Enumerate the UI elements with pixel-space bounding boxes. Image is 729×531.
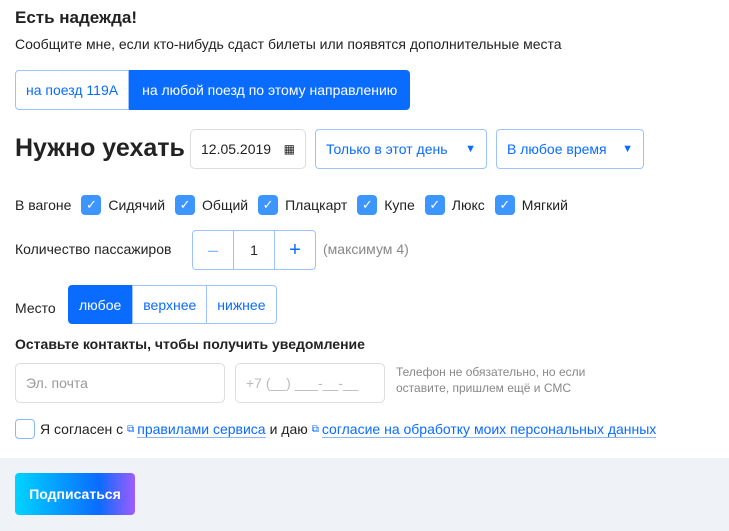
label: Сидячий (108, 197, 166, 213)
label: Общий (202, 197, 249, 213)
label: Купе (384, 197, 415, 213)
email-input[interactable]: Эл. почта (15, 363, 225, 403)
date-value: 12.05.2019 (201, 141, 272, 157)
train-toggle: на поезд 119А на любой поезд по этому на… (15, 70, 411, 110)
passengers-max-note: (максимум 4) (323, 241, 409, 257)
title: Есть надежда! (15, 8, 137, 27)
seat-toggle: любое верхнее нижнее (68, 285, 277, 324)
agree-prefix: Я согласен с (40, 421, 124, 437)
car-label: В вагоне (15, 197, 72, 213)
train-option-any[interactable]: на любой поезд по этому направлению (129, 70, 411, 110)
personal-data-link[interactable]: согласие на обработку моих персональных … (321, 421, 657, 438)
train-option-specific[interactable]: на поезд 119А (15, 70, 130, 110)
checkbox-checked-icon: ✓ (424, 195, 445, 215)
subtitle: Сообщите мне, если кто-нибудь сдаст биле… (15, 36, 562, 52)
day-select-value: Только в этот день (326, 141, 448, 157)
car-type-coupe[interactable]: ✓ Купе (357, 195, 415, 215)
contacts-title: Оставьте контакты, чтобы получить уведом… (15, 336, 365, 352)
car-type-soft[interactable]: ✓ Мягкий (494, 195, 568, 215)
decrement-button[interactable]: – (193, 231, 233, 269)
date-input[interactable]: 12.05.2019 ▦ (190, 129, 306, 169)
page-heading: Нужно уехать (15, 134, 185, 162)
day-select[interactable]: Только в этот день ▼ (315, 129, 487, 169)
passengers-label: Количество пассажиров (15, 241, 172, 257)
agreement: Я согласен с ⧉ правилами сервиса и даю ⧉… (15, 419, 657, 439)
agree-checkbox[interactable] (15, 419, 35, 439)
car-type-common[interactable]: ✓ Общий (175, 195, 248, 215)
seat-label: Место (15, 300, 56, 316)
seat-option-any[interactable]: любое (68, 285, 133, 324)
passenger-stepper: – 1 + (192, 230, 316, 270)
checkbox-checked-icon: ✓ (258, 195, 279, 215)
checkbox-checked-icon: ✓ (357, 195, 378, 215)
checkbox-checked-icon: ✓ (494, 195, 515, 215)
checkbox-checked-icon: ✓ (175, 195, 196, 215)
label: Плацкарт (285, 197, 348, 213)
label: Люкс (451, 197, 485, 213)
car-types: В вагоне ✓ Сидячий ✓ Общий ✓ Плацкарт ✓ Купе… (15, 195, 578, 215)
passenger-count[interactable]: 1 (233, 231, 275, 269)
car-type-lux[interactable]: ✓ Люкс (424, 195, 485, 215)
car-type-platzkart[interactable]: ✓ Плацкарт (258, 195, 347, 215)
external-link-icon: ⧉ (127, 423, 135, 435)
phone-input[interactable]: +7 (__) ___-__-__ (235, 363, 385, 403)
external-link-icon: ⧉ (311, 423, 319, 435)
rules-link[interactable]: правилами сервиса (137, 421, 266, 438)
agree-middle: и даю (269, 421, 308, 437)
label: Мягкий (521, 197, 568, 213)
car-type-sitting[interactable]: ✓ Сидячий (81, 195, 165, 215)
seat-option-lower[interactable]: нижнее (207, 285, 277, 324)
chevron-down-icon: ▼ (465, 143, 476, 155)
time-select[interactable]: В любое время ▼ (496, 129, 644, 169)
chevron-down-icon: ▼ (622, 143, 633, 155)
subscribe-button[interactable]: Подписаться (15, 473, 135, 515)
phone-hint: Телефон не обязательно, но если оставите… (396, 365, 586, 395)
checkbox-checked-icon: ✓ (81, 195, 102, 215)
time-select-value: В любое время (507, 141, 607, 157)
calendar-icon: ▦ (283, 142, 295, 156)
increment-button[interactable]: + (275, 231, 315, 269)
seat-option-upper[interactable]: верхнее (132, 285, 208, 324)
